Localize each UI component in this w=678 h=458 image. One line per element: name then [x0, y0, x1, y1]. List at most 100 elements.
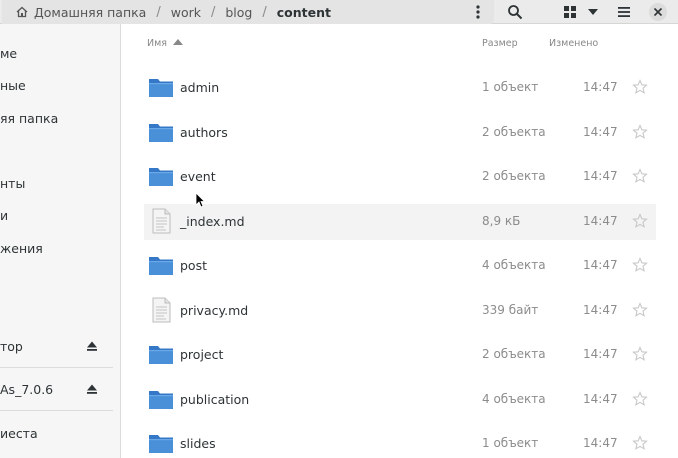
file-modified-time: 14:47: [583, 214, 618, 228]
folder-icon: [149, 435, 173, 453]
star-icon[interactable]: [632, 257, 648, 273]
sidebar-item-label: нты: [0, 175, 26, 191]
file-row-project[interactable]: project 2 объекта 14:47: [144, 337, 656, 373]
file-size: 4 объекта: [482, 392, 546, 406]
star-icon[interactable]: [632, 302, 648, 318]
close-button[interactable]: [646, 0, 670, 24]
search-icon: [508, 5, 523, 20]
file-name: authors: [180, 125, 228, 140]
file-size: 2 объекта: [482, 169, 546, 183]
breadcrumb-content-label: content: [276, 4, 331, 20]
file-size: 1 объект: [482, 80, 539, 94]
hamburger-menu-icon: [618, 7, 630, 17]
file-row-publication[interactable]: publication 4 объекта 14:47: [144, 382, 656, 418]
file-modified-time: 14:47: [583, 392, 618, 406]
breadcrumb-separator: /: [210, 4, 216, 20]
file-modified-time: 14:47: [583, 436, 618, 450]
eject-icon[interactable]: [86, 340, 98, 352]
sidebar-item-label: тор: [0, 338, 23, 354]
view-options-button[interactable]: [584, 0, 602, 24]
sidebar-item-downloads[interactable]: и: [0, 200, 120, 230]
sidebar-item-home[interactable]: яя папка: [0, 103, 120, 133]
breadcrumb-separator: /: [262, 4, 267, 20]
sidebar-item-drive-1[interactable]: тор: [0, 331, 120, 361]
eject-icon[interactable]: [86, 383, 98, 395]
header-bar: Домашняя папка / work / blog / content: [0, 0, 678, 24]
star-icon[interactable]: [632, 346, 648, 362]
star-icon[interactable]: [632, 435, 648, 451]
star-icon[interactable]: [632, 79, 648, 95]
close-icon: [649, 3, 667, 21]
breadcrumb-content[interactable]: content: [271, 0, 337, 24]
star-icon[interactable]: [632, 124, 648, 140]
path-menu-icon[interactable]: [470, 4, 486, 20]
file-row-slides[interactable]: slides 1 объект 14:47: [144, 426, 656, 458]
file-row-post[interactable]: post 4 объекта 14:47: [144, 248, 656, 284]
file-modified-time: 14:47: [583, 125, 618, 139]
sidebar-item-label: As_7.0.6: [0, 381, 54, 397]
file-size: 8,9 кБ: [482, 214, 521, 228]
column-header-size-label: Размер: [482, 38, 518, 49]
file-modified-time: 14:47: [583, 169, 618, 183]
column-header-name[interactable]: Имя: [147, 38, 183, 49]
sidebar-item-label: ные: [0, 77, 26, 93]
sidebar-item-starred[interactable]: ные: [0, 70, 120, 100]
file-row-authors[interactable]: authors 2 объекта 14:47: [144, 115, 656, 151]
file-modified-time: 14:47: [583, 258, 618, 272]
column-header-modified-label: Изменено: [549, 38, 599, 49]
file-name: publication: [180, 392, 250, 407]
file-modified-time: 14:47: [583, 347, 618, 361]
breadcrumb-work[interactable]: work: [165, 0, 207, 24]
column-header-size[interactable]: Размер: [482, 38, 518, 49]
file-row-index-md[interactable]: _index.md 8,9 кБ 14:47: [144, 204, 656, 240]
sidebar-item-label: яя папка: [0, 110, 59, 126]
breadcrumb-blog-label: blog: [225, 4, 253, 20]
star-icon[interactable]: [632, 213, 648, 229]
breadcrumb-blog[interactable]: blog: [219, 0, 258, 24]
sidebar-item-pictures[interactable]: жения: [0, 233, 120, 263]
home-icon: [16, 6, 28, 18]
sidebar-item-documents[interactable]: нты: [0, 168, 120, 198]
sidebar-item-drive-2[interactable]: As_7.0.6: [0, 374, 120, 404]
star-icon[interactable]: [632, 168, 648, 184]
sidebar-item-other-locations[interactable]: иеста: [0, 418, 120, 448]
folder-icon: [149, 79, 173, 97]
file-size: 4 объекта: [482, 258, 546, 272]
sidebar-item-recent[interactable]: ме: [0, 38, 120, 68]
file-name: post: [180, 258, 207, 273]
search-button[interactable]: [502, 0, 528, 24]
folder-icon: [149, 257, 173, 275]
file-size: 2 объекта: [482, 125, 546, 139]
sidebar-divider: [0, 367, 113, 368]
file-modified-time: 14:47: [583, 303, 618, 317]
breadcrumb-home[interactable]: Домашняя папка: [2, 0, 152, 24]
file-size: 2 объекта: [482, 347, 546, 361]
file-size: 1 объект: [482, 436, 539, 450]
sidebar: ме ные яя папка нты и жения тор As_7.0.6…: [0, 24, 121, 458]
sidebar-item-label: и: [0, 207, 9, 223]
grid-view-button[interactable]: [560, 0, 580, 24]
breadcrumb: Домашняя папка / work / blog / content: [2, 0, 494, 24]
file-modified-time: 14:47: [583, 80, 618, 94]
folder-icon: [149, 346, 173, 364]
file-row-event[interactable]: event 2 объекта 14:47: [144, 159, 656, 195]
column-header-modified[interactable]: Изменено: [549, 38, 598, 49]
mouse-cursor-icon: [195, 192, 205, 208]
sidebar-item-label: иеста: [0, 425, 38, 441]
star-icon[interactable]: [632, 391, 648, 407]
folder-icon: [149, 124, 173, 142]
breadcrumb-separator: /: [156, 4, 161, 20]
main-menu-button[interactable]: [612, 0, 636, 24]
sidebar-divider: [0, 410, 113, 411]
chevron-down-icon: [588, 9, 598, 15]
file-name: admin: [180, 80, 220, 95]
file-row-privacy-md[interactable]: privacy.md 339 байт 14:47: [144, 293, 656, 329]
sidebar-item-label: ме: [0, 45, 18, 61]
breadcrumb-work-label: work: [170, 4, 201, 20]
file-row-admin[interactable]: admin 1 объект 14:47: [144, 70, 656, 106]
file-list-view: Имя Размер Изменено admin 1 объект 14:47 au…: [122, 24, 678, 458]
breadcrumb-home-label: Домашняя папка: [34, 4, 147, 20]
file-name: _index.md: [180, 214, 245, 229]
sidebar-item-label: жения: [0, 240, 43, 256]
column-header-name-label: Имя: [147, 38, 167, 49]
